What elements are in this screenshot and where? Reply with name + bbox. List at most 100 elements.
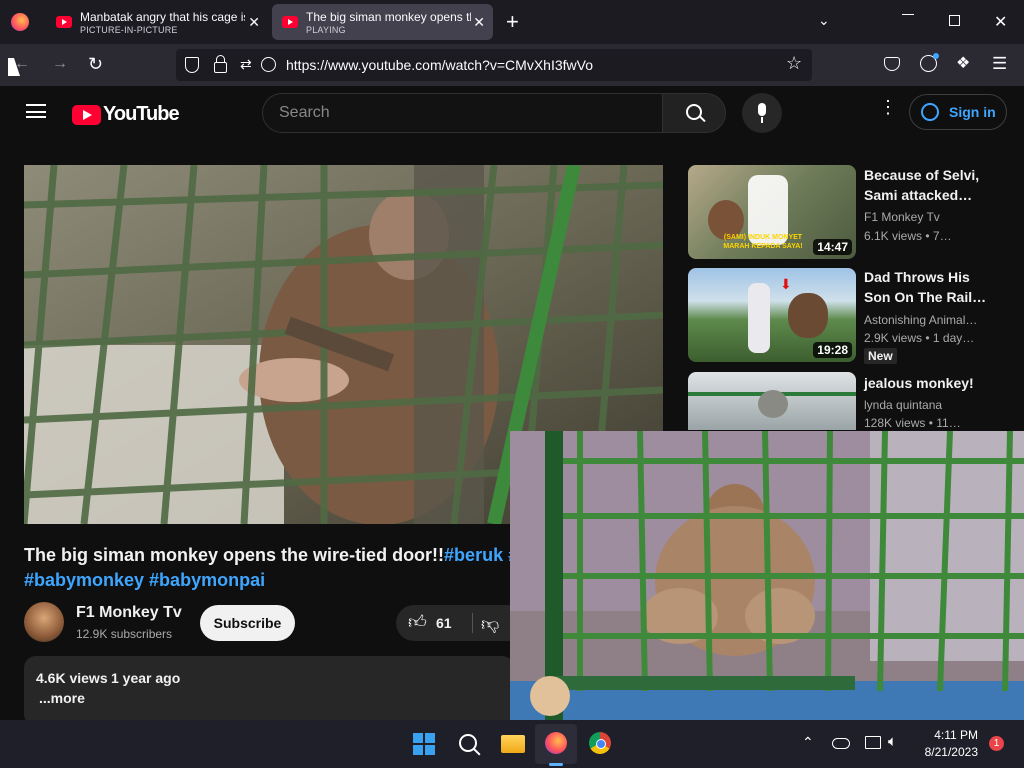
network-icon[interactable] (865, 736, 881, 749)
close-tab-icon[interactable]: ✕ (248, 14, 260, 31)
extensions-puzzle-icon[interactable]: ❖ (956, 53, 970, 73)
forward-icon[interactable]: → (52, 55, 68, 73)
url-text[interactable]: https://www.youtube.com/watch?v=CMvXhI3f… (286, 57, 593, 73)
search-icon-handle (699, 115, 706, 123)
picture-in-picture-window[interactable] (510, 431, 1024, 720)
tab-status: PLAYING (306, 24, 346, 35)
hashtag-link[interactable]: #beruk # (444, 545, 514, 565)
thumbs-up-icon: 👍︎ (408, 612, 427, 632)
minimize-icon[interactable] (902, 14, 914, 15)
thumbnail-caption: (SAMI) INDUK MONYET MARAH KEPADA SAYA! (723, 234, 803, 250)
tab-active-video[interactable]: The big siman monkey opens the PLAYING ✕ (272, 4, 493, 40)
voice-search-button[interactable] (742, 93, 782, 133)
bookmark-star-icon[interactable]: ☆ (786, 53, 802, 74)
search-button[interactable] (662, 93, 726, 133)
account-notification-dot (933, 53, 939, 59)
view-count: 4.6K views (36, 670, 108, 686)
clock-time[interactable]: 4:11 PM (932, 728, 978, 742)
thumbnail-monkey (758, 390, 788, 418)
tab-pip-video[interactable]: Manbatak angry that his cage is PICTURE-… (46, 4, 268, 40)
recommendation-title[interactable]: jealous monkey! (864, 373, 994, 393)
settings-kebab-icon[interactable]: ⋮ (879, 98, 897, 116)
youtube-favicon-icon (282, 16, 298, 28)
subscribe-label: Subscribe (213, 615, 282, 631)
tab-title: The big siman monkey opens the (306, 9, 471, 24)
recommendation-meta: 2.9K views • 1 day… (864, 331, 975, 345)
recommendation-title-line: Sami attacked… (864, 187, 973, 203)
notification-badge[interactable]: 1 (989, 736, 1004, 751)
like-button[interactable] (396, 605, 466, 641)
firefox-menu-icon[interactable] (11, 13, 29, 31)
video-title: The big siman monkey opens the wire-tied… (24, 541, 514, 569)
thumbnail-arrow-icon: ⬇ (780, 276, 792, 292)
channel-name[interactable]: F1 Monkey Tv (76, 604, 182, 622)
recommendation-title-line: Because of Selvi, (864, 167, 980, 183)
onedrive-offline-icon[interactable] (832, 738, 850, 749)
channel-avatar[interactable] (24, 602, 64, 642)
recommendation-thumbnail[interactable]: ⬇ 19:28 (688, 268, 856, 362)
firefox-running-indicator (549, 763, 563, 766)
video-duration: 19:28 (813, 342, 852, 358)
account-circle-icon (921, 103, 939, 121)
like-divider (472, 613, 473, 633)
new-tab-icon[interactable]: + (506, 9, 519, 35)
recommendation-title-line: Son On The Rail… (864, 289, 987, 305)
tab-title: Manbatak angry that his cage is (80, 9, 245, 24)
thumbnail-bear (788, 293, 828, 338)
youtube-logo-icon (72, 104, 101, 125)
lock-icon[interactable] (214, 62, 227, 73)
show-hidden-icons-chevron-icon[interactable]: ⌃ (802, 734, 814, 751)
video-tags-line[interactable]: #babymonkey #babymonpai (24, 569, 265, 591)
pip-video-frame (510, 431, 1024, 720)
permissions-icon[interactable]: ⇄ (240, 56, 252, 73)
url-bar[interactable]: ⇄ https://www.youtube.com/watch?v=CMvXhI… (176, 49, 812, 81)
sign-in-label: Sign in (949, 104, 996, 120)
file-explorer-icon[interactable] (501, 735, 525, 753)
mouse-cursor-icon (8, 58, 20, 76)
recommendation-channel[interactable]: lynda quintana (864, 398, 994, 412)
recommendation-thumbnail[interactable]: (SAMI) INDUK MONYET MARAH KEPADA SAYA! 1… (688, 165, 856, 259)
app-menu-icon[interactable]: ☰ (992, 54, 1007, 74)
close-tab-icon[interactable]: ✕ (473, 14, 485, 31)
search-icon-handle (473, 748, 481, 756)
recommendation-title[interactable]: Because of Selvi, Sami attacked… (864, 165, 994, 205)
firefox-taskbar-icon[interactable] (545, 732, 567, 754)
youtube-header: YouTube Search ⋮ Sign in (0, 86, 1024, 142)
recommendation-title-line: jealous monkey! (864, 375, 974, 391)
browser-tab-strip: Manbatak angry that his cage is PICTURE-… (0, 0, 1024, 44)
clock-date[interactable]: 8/21/2023 (918, 745, 978, 759)
thumbnail-child (748, 283, 770, 353)
tab-status: PICTURE-IN-PICTURE (80, 24, 178, 35)
youtube-logo[interactable]: YouTube (72, 103, 180, 126)
recommendation-channel[interactable]: F1 Monkey Tv (864, 210, 994, 224)
thumbs-down-icon: 👎︎ (481, 614, 500, 634)
microphone-icon (758, 103, 766, 116)
list-tabs-chevron-icon[interactable]: ⌄ (818, 12, 830, 29)
reload-icon[interactable]: ↻ (88, 54, 103, 75)
recommendation-title[interactable]: Dad Throws His Son On The Rail… (864, 267, 994, 307)
volume-icon[interactable]: 🔈︎ (888, 733, 897, 750)
subscriber-count: 12.9K subscribers (76, 627, 173, 641)
navigation-toolbar: ← → ↻ ⇄ https://www.youtube.com/watch?v=… (0, 44, 1024, 86)
recommendation-meta: 6.1K views • 7… (864, 229, 952, 243)
description-box[interactable]: 4.6K views 1 year ago ...more (24, 656, 514, 726)
recommendation-channel[interactable]: Astonishing Animal… (864, 313, 994, 327)
start-button-icon[interactable] (413, 733, 435, 755)
show-more-link[interactable]: ...more (39, 690, 85, 706)
chrome-icon-center (596, 739, 606, 749)
recommendation-title-line: Dad Throws His (864, 269, 970, 285)
search-input[interactable]: Search (262, 93, 664, 133)
recommendation-meta: 128K views • 11… (864, 416, 961, 430)
restore-icon[interactable] (949, 15, 960, 26)
sign-in-button[interactable]: Sign in (909, 94, 1007, 130)
like-count: 61 (436, 615, 452, 631)
video-title-text: The big siman monkey opens the wire-tied… (24, 545, 445, 565)
autoplay-blocked-icon[interactable] (261, 57, 276, 72)
new-badge: New (864, 348, 897, 364)
recommendation-thumbnail[interactable] (688, 372, 856, 430)
tracking-protection-shield-icon[interactable] (185, 57, 199, 73)
microphone-stand-icon (761, 117, 763, 123)
pocket-icon[interactable] (884, 57, 900, 71)
subscribe-button[interactable]: Subscribe (200, 605, 295, 641)
close-window-icon[interactable]: ✕ (994, 12, 1007, 32)
